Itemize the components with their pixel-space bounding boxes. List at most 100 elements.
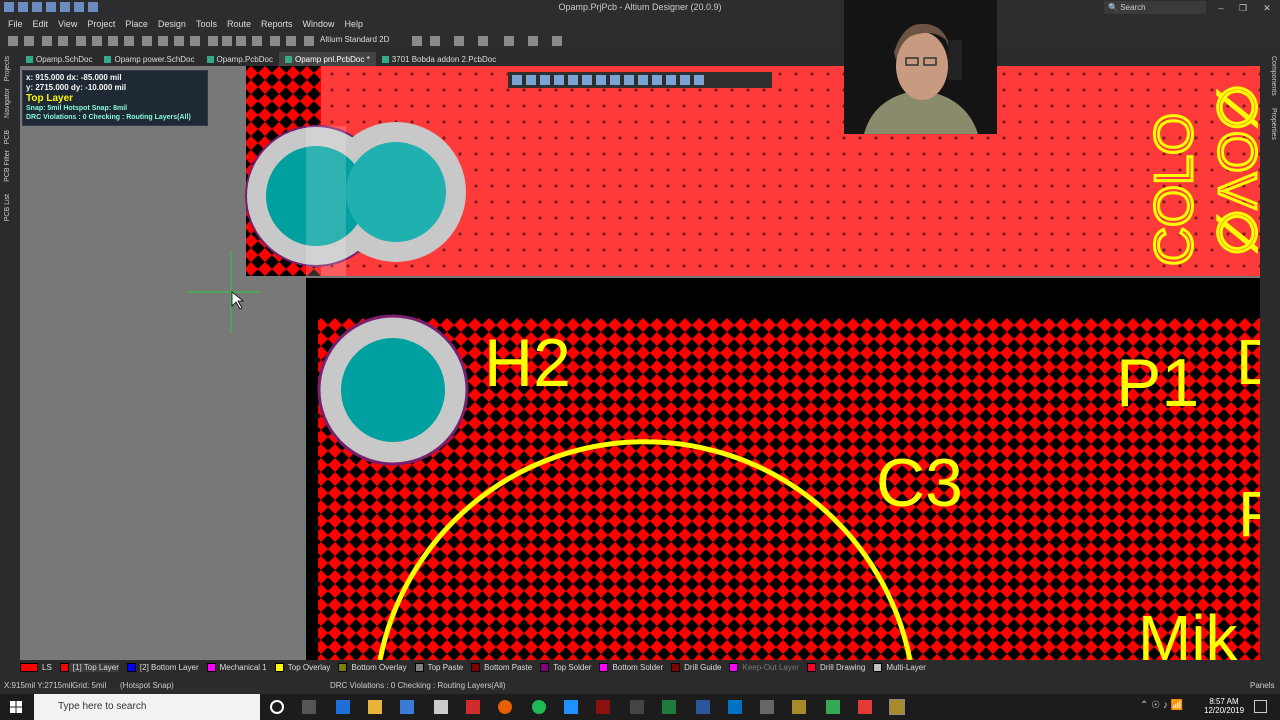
panels-button[interactable]: Panels bbox=[1250, 681, 1274, 690]
line-icon[interactable] bbox=[694, 75, 704, 85]
filter-icon[interactable] bbox=[512, 75, 522, 85]
filezilla-icon[interactable] bbox=[466, 700, 480, 714]
deselect-icon[interactable] bbox=[236, 36, 246, 46]
open-icon[interactable] bbox=[8, 36, 18, 46]
paste-icon[interactable] bbox=[174, 36, 184, 46]
sdr-icon[interactable] bbox=[760, 700, 774, 714]
move-icon[interactable] bbox=[222, 36, 232, 46]
grid-icon[interactable] bbox=[552, 36, 562, 46]
select-icon[interactable] bbox=[554, 75, 564, 85]
layer-tab-drill-drawing[interactable]: Drill Drawing bbox=[806, 662, 865, 672]
align-icon[interactable] bbox=[568, 75, 578, 85]
app-icon-red[interactable] bbox=[596, 700, 610, 714]
tab-opamp-schdoc[interactable]: Opamp.SchDoc bbox=[20, 52, 99, 66]
menu-reports[interactable]: Reports bbox=[261, 19, 293, 29]
windows-start-icon[interactable] bbox=[10, 701, 22, 713]
file-explorer-icon[interactable] bbox=[368, 700, 382, 714]
cut-icon[interactable] bbox=[142, 36, 152, 46]
layer-tab-bottom-solder[interactable]: Bottom Solder bbox=[599, 662, 663, 672]
app-icon-red-2[interactable] bbox=[858, 700, 872, 714]
distribute-icon[interactable] bbox=[504, 36, 514, 46]
taskbar-search-input[interactable]: Type here to search bbox=[34, 694, 260, 720]
cross-probe-icon[interactable] bbox=[304, 36, 314, 46]
string-icon[interactable] bbox=[666, 75, 676, 85]
tune-icon[interactable] bbox=[624, 75, 634, 85]
layer-tab-ls[interactable]: LS bbox=[20, 662, 52, 672]
cortana-icon[interactable] bbox=[270, 700, 284, 714]
layer-stack-icon[interactable] bbox=[412, 36, 422, 46]
spotify-icon[interactable] bbox=[532, 700, 546, 714]
select-area-icon[interactable] bbox=[208, 36, 218, 46]
notifications-icon[interactable] bbox=[1254, 700, 1267, 713]
zoom-area-icon[interactable] bbox=[92, 36, 102, 46]
place-icon[interactable] bbox=[540, 75, 550, 85]
zoom-object-icon[interactable] bbox=[124, 36, 134, 46]
outlook-icon[interactable] bbox=[728, 700, 742, 714]
panel-tab-pcb[interactable]: PCB bbox=[4, 130, 16, 144]
close-icon[interactable]: ✕ bbox=[1256, 0, 1278, 16]
print-preview-icon[interactable] bbox=[58, 36, 68, 46]
layer-tab-bottom-overlay[interactable]: Bottom Overlay bbox=[338, 662, 407, 672]
layer-tab-keep-out[interactable]: Keep-Out Layer bbox=[729, 662, 799, 672]
undo-icon[interactable] bbox=[270, 36, 280, 46]
menu-view[interactable]: View bbox=[58, 19, 77, 29]
clock[interactable]: 8:57 AM 12/20/2019 bbox=[1204, 697, 1244, 715]
redo-icon[interactable] bbox=[286, 36, 296, 46]
layer-tab-bottom-paste[interactable]: Bottom Paste bbox=[471, 662, 532, 672]
zoom-selected-icon[interactable] bbox=[108, 36, 118, 46]
polygon-icon[interactable] bbox=[582, 75, 592, 85]
interactive-route-icon[interactable] bbox=[430, 36, 440, 46]
tab-bobda-addon-pcbdoc[interactable]: 3701 Bobda addon 2.PcbDoc bbox=[375, 52, 503, 66]
layer-tab-top-overlay[interactable]: Top Overlay bbox=[274, 662, 330, 672]
clear-filter-icon[interactable] bbox=[252, 36, 262, 46]
menu-file[interactable]: File bbox=[8, 19, 23, 29]
mail-icon[interactable] bbox=[434, 700, 448, 714]
via-icon[interactable] bbox=[596, 75, 606, 85]
layer-tab-top-layer[interactable]: [1] Top Layer bbox=[59, 662, 119, 672]
place-component-icon[interactable] bbox=[478, 36, 488, 46]
save-icon[interactable] bbox=[24, 36, 34, 46]
menu-design[interactable]: Design bbox=[158, 19, 186, 29]
panel-tab-components[interactable]: Components bbox=[1265, 56, 1277, 96]
panel-tab-projects[interactable]: Projects bbox=[4, 56, 16, 81]
layer-tab-top-paste[interactable]: Top Paste bbox=[414, 662, 463, 672]
excel-icon[interactable] bbox=[662, 700, 676, 714]
menu-route[interactable]: Route bbox=[227, 19, 251, 29]
store-icon[interactable] bbox=[400, 700, 414, 714]
app-icon-grey[interactable] bbox=[630, 700, 644, 714]
altium-icon[interactable] bbox=[792, 700, 806, 714]
app-icon-green[interactable] bbox=[826, 700, 840, 714]
menu-edit[interactable]: Edit bbox=[33, 19, 49, 29]
system-tray-icons[interactable]: ⌃ ☉ ♪ 📶 bbox=[1140, 700, 1183, 711]
panel-tab-pcb-filter[interactable]: PCB Filter bbox=[4, 150, 16, 182]
menu-place[interactable]: Place bbox=[125, 19, 148, 29]
maximize-icon[interactable]: ❐ bbox=[1232, 0, 1254, 16]
diff-pair-icon[interactable] bbox=[610, 75, 620, 85]
edge-icon[interactable] bbox=[336, 700, 350, 714]
menu-tools[interactable]: Tools bbox=[196, 19, 217, 29]
layer-tab-bottom-layer[interactable]: [2] Bottom Layer bbox=[126, 662, 199, 672]
room-icon[interactable] bbox=[528, 36, 538, 46]
layer-tab-mechanical-1[interactable]: Mechanical 1 bbox=[206, 662, 267, 672]
tab-opamp-power-schdoc[interactable]: Opamp power.SchDoc bbox=[98, 52, 201, 66]
layer-tab-top-solder[interactable]: Top Solder bbox=[540, 662, 591, 672]
tab-opamp-pnl-pcbdoc[interactable]: Opamp pnl.PcbDoc * bbox=[278, 52, 376, 66]
align-icon[interactable] bbox=[454, 36, 464, 46]
text-icon[interactable] bbox=[680, 75, 690, 85]
pcb-canvas[interactable]: H2 P1 C3 Mik D P COLO ∅ɅO∅ bbox=[20, 66, 1260, 660]
rubber-stamp-icon[interactable] bbox=[190, 36, 200, 46]
zoom-fit-icon[interactable] bbox=[76, 36, 86, 46]
altium-active-icon[interactable] bbox=[889, 699, 905, 715]
word-icon[interactable] bbox=[696, 700, 710, 714]
tab-opamp-pcbdoc[interactable]: Opamp.PcbDoc bbox=[200, 52, 279, 66]
app-icon-blue[interactable] bbox=[564, 700, 578, 714]
panel-tab-pcb-list[interactable]: PCB List bbox=[4, 194, 16, 221]
minimize-icon[interactable]: – bbox=[1210, 0, 1232, 16]
panel-tab-properties[interactable]: Properties bbox=[1265, 108, 1277, 140]
copy-icon[interactable] bbox=[158, 36, 168, 46]
search-input[interactable]: 🔍 Search bbox=[1104, 1, 1206, 14]
panel-tab-navigator[interactable]: Navigator bbox=[4, 88, 16, 118]
task-view-icon[interactable] bbox=[302, 700, 316, 714]
menu-window[interactable]: Window bbox=[303, 19, 335, 29]
layer-tab-multi-layer[interactable]: Multi-Layer bbox=[873, 662, 926, 672]
